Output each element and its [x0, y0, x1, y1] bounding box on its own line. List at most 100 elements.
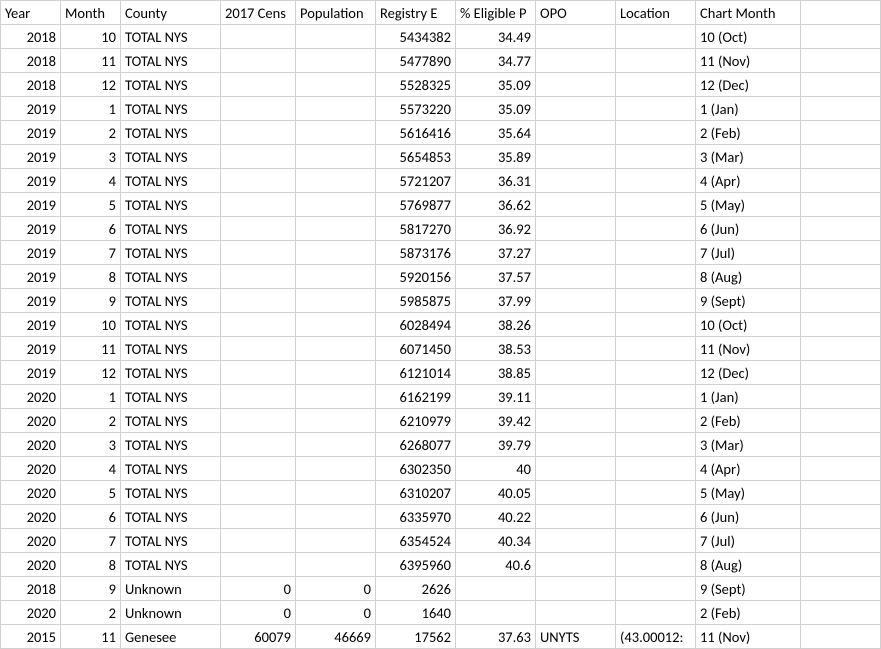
cell-registry[interactable]: 2626 — [376, 577, 456, 601]
cell-opo[interactable] — [536, 241, 616, 265]
cell-population[interactable] — [296, 481, 376, 505]
cell-county[interactable]: TOTAL NYS — [121, 337, 221, 361]
cell-month[interactable]: 12 — [61, 361, 121, 385]
cell-month[interactable]: 6 — [61, 505, 121, 529]
cell-population[interactable] — [296, 505, 376, 529]
cell-county[interactable]: TOTAL NYS — [121, 505, 221, 529]
cell-month[interactable]: 3 — [61, 433, 121, 457]
cell-registry[interactable]: 5920156 — [376, 265, 456, 289]
header-registry[interactable]: Registry E — [376, 1, 456, 25]
cell-county[interactable]: TOTAL NYS — [121, 145, 221, 169]
cell-year[interactable]: 2020 — [1, 457, 61, 481]
cell-county[interactable]: TOTAL NYS — [121, 289, 221, 313]
cell-empty[interactable] — [801, 553, 881, 577]
header-year[interactable]: Year — [1, 1, 61, 25]
cell-population[interactable] — [296, 97, 376, 121]
cell-location[interactable] — [616, 481, 696, 505]
cell-opo[interactable] — [536, 553, 616, 577]
cell-year[interactable]: 2018 — [1, 73, 61, 97]
cell-opo[interactable] — [536, 289, 616, 313]
cell-population[interactable] — [296, 241, 376, 265]
cell-empty[interactable] — [801, 505, 881, 529]
cell-chart-month[interactable]: 6 (Jun) — [696, 505, 801, 529]
cell-pct-eligible[interactable]: 39.11 — [456, 385, 536, 409]
cell-opo[interactable] — [536, 49, 616, 73]
cell-location[interactable] — [616, 337, 696, 361]
cell-location[interactable] — [616, 313, 696, 337]
cell-month[interactable]: 10 — [61, 313, 121, 337]
cell-empty[interactable] — [801, 193, 881, 217]
cell-population[interactable] — [296, 385, 376, 409]
cell-empty[interactable] — [801, 481, 881, 505]
cell-registry[interactable]: 6028494 — [376, 313, 456, 337]
cell-2017-census[interactable] — [221, 193, 296, 217]
cell-pct-eligible[interactable]: 34.77 — [456, 49, 536, 73]
cell-opo[interactable] — [536, 361, 616, 385]
cell-pct-eligible[interactable]: 38.53 — [456, 337, 536, 361]
cell-county[interactable]: TOTAL NYS — [121, 217, 221, 241]
cell-population[interactable] — [296, 457, 376, 481]
cell-chart-month[interactable]: 8 (Aug) — [696, 553, 801, 577]
cell-location[interactable] — [616, 97, 696, 121]
cell-county[interactable]: TOTAL NYS — [121, 385, 221, 409]
cell-population[interactable] — [296, 145, 376, 169]
cell-location[interactable] — [616, 529, 696, 553]
cell-pct-eligible[interactable]: 38.26 — [456, 313, 536, 337]
cell-2017-census[interactable] — [221, 529, 296, 553]
cell-month[interactable]: 2 — [61, 601, 121, 625]
header-location[interactable]: Location — [616, 1, 696, 25]
cell-2017-census[interactable] — [221, 361, 296, 385]
cell-population[interactable] — [296, 265, 376, 289]
cell-2017-census[interactable] — [221, 553, 296, 577]
cell-pct-eligible[interactable]: 37.99 — [456, 289, 536, 313]
cell-registry[interactable]: 6310207 — [376, 481, 456, 505]
cell-opo[interactable] — [536, 73, 616, 97]
cell-empty[interactable] — [801, 433, 881, 457]
cell-registry[interactable]: 5573220 — [376, 97, 456, 121]
cell-year[interactable]: 2018 — [1, 577, 61, 601]
cell-year[interactable]: 2020 — [1, 529, 61, 553]
cell-location[interactable] — [616, 265, 696, 289]
cell-population[interactable] — [296, 433, 376, 457]
cell-empty[interactable] — [801, 121, 881, 145]
cell-county[interactable]: TOTAL NYS — [121, 169, 221, 193]
cell-year[interactable]: 2018 — [1, 49, 61, 73]
cell-registry[interactable]: 6121014 — [376, 361, 456, 385]
cell-opo[interactable] — [536, 97, 616, 121]
cell-chart-month[interactable]: 7 (Jul) — [696, 529, 801, 553]
cell-opo[interactable] — [536, 25, 616, 49]
cell-county[interactable]: TOTAL NYS — [121, 553, 221, 577]
cell-opo[interactable] — [536, 193, 616, 217]
cell-population[interactable] — [296, 553, 376, 577]
cell-location[interactable] — [616, 385, 696, 409]
cell-opo[interactable] — [536, 385, 616, 409]
cell-chart-month[interactable]: 1 (Jan) — [696, 97, 801, 121]
cell-population[interactable] — [296, 217, 376, 241]
cell-month[interactable]: 3 — [61, 145, 121, 169]
cell-population[interactable] — [296, 313, 376, 337]
cell-population[interactable] — [296, 289, 376, 313]
cell-empty[interactable] — [801, 457, 881, 481]
cell-opo[interactable] — [536, 337, 616, 361]
cell-2017-census[interactable]: 0 — [221, 601, 296, 625]
cell-2017-census[interactable] — [221, 289, 296, 313]
cell-month[interactable]: 4 — [61, 169, 121, 193]
cell-county[interactable]: TOTAL NYS — [121, 73, 221, 97]
cell-location[interactable] — [616, 217, 696, 241]
cell-month[interactable]: 9 — [61, 289, 121, 313]
cell-county[interactable]: TOTAL NYS — [121, 457, 221, 481]
cell-month[interactable]: 1 — [61, 97, 121, 121]
cell-year[interactable]: 2020 — [1, 481, 61, 505]
cell-2017-census[interactable] — [221, 505, 296, 529]
cell-chart-month[interactable]: 3 (Mar) — [696, 433, 801, 457]
cell-2017-census[interactable] — [221, 169, 296, 193]
cell-2017-census[interactable] — [221, 313, 296, 337]
cell-location[interactable] — [616, 169, 696, 193]
cell-opo[interactable] — [536, 313, 616, 337]
cell-month[interactable]: 5 — [61, 193, 121, 217]
cell-empty[interactable] — [801, 577, 881, 601]
cell-year[interactable]: 2020 — [1, 505, 61, 529]
cell-chart-month[interactable]: 6 (Jun) — [696, 217, 801, 241]
cell-chart-month[interactable]: 10 (Oct) — [696, 313, 801, 337]
cell-year[interactable]: 2015 — [1, 625, 61, 649]
